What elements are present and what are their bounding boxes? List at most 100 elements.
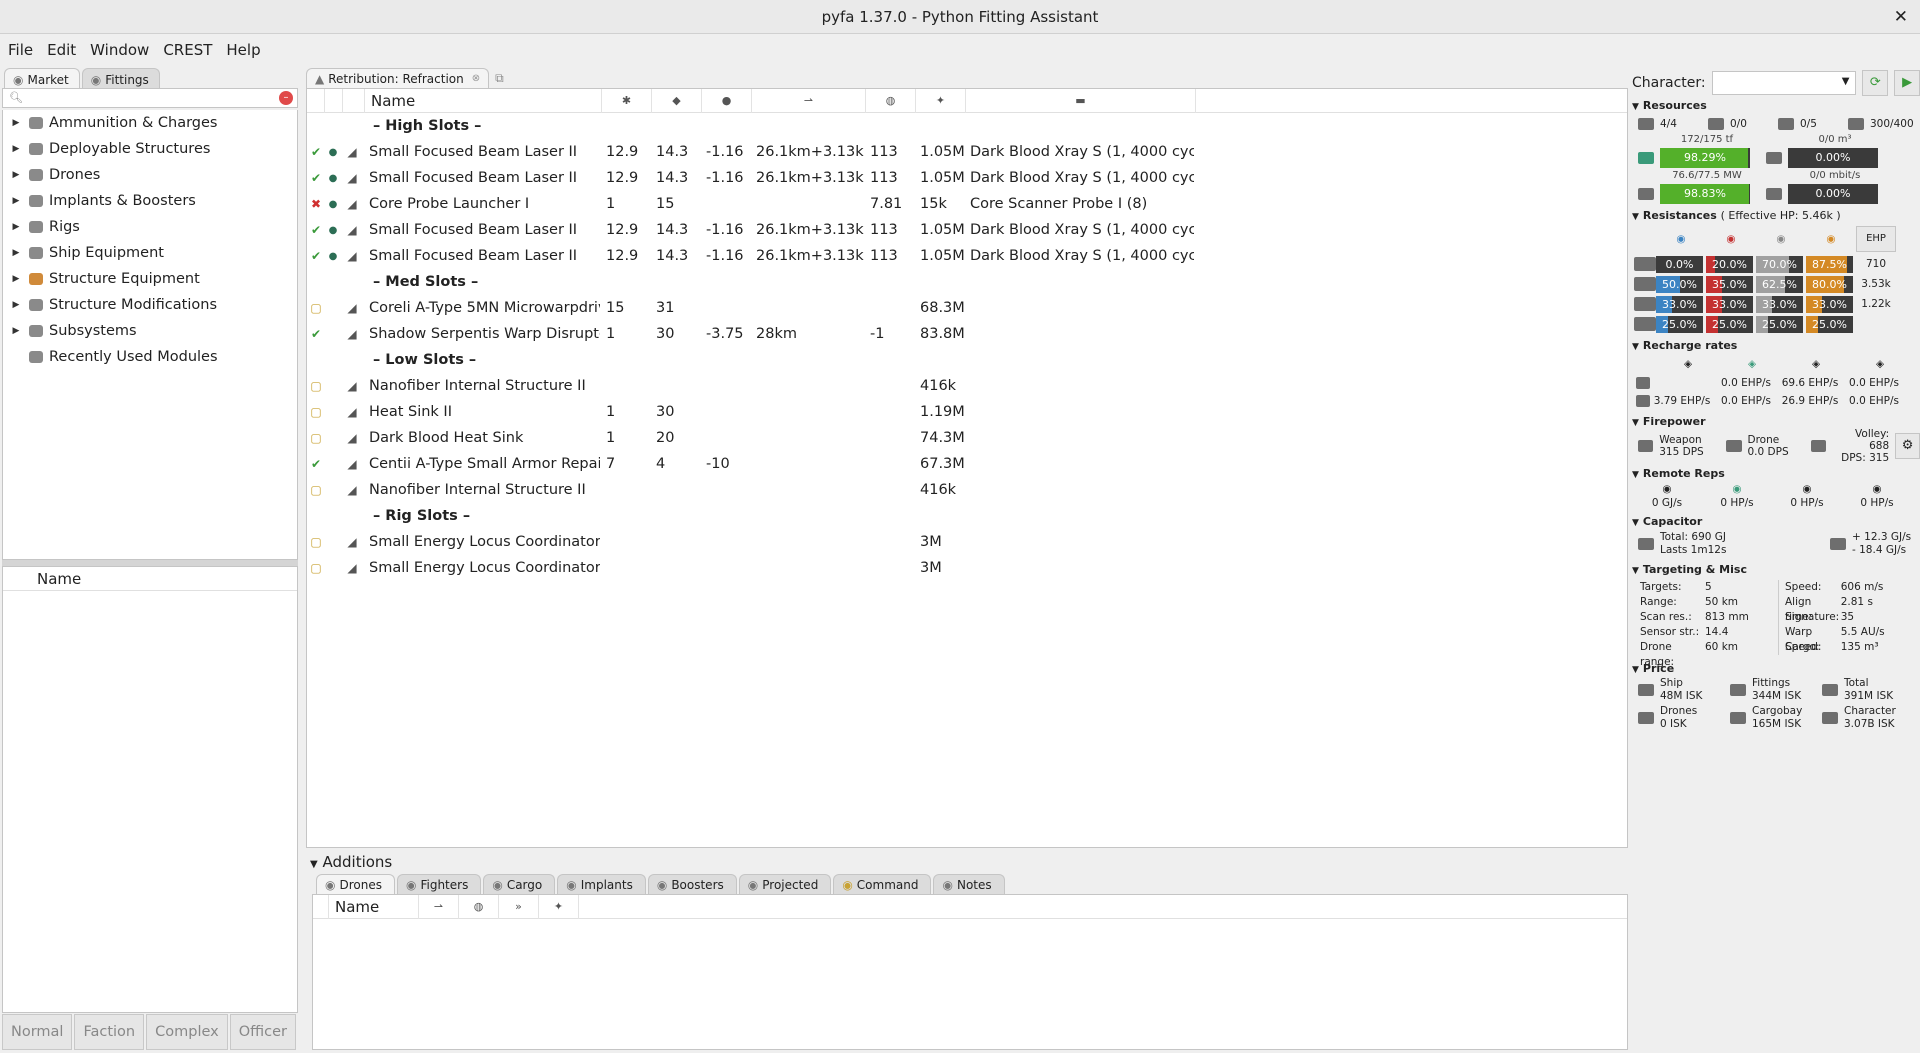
module-row[interactable]: ✔ ● ◢ Small Focused Beam Laser II 12.9 14.3 -1… (307, 217, 1627, 243)
price-column-icon[interactable]: ✦ (539, 895, 579, 919)
character-editor-button[interactable]: ▶ (1894, 70, 1920, 96)
passive-state-icon[interactable]: ▢ (307, 405, 325, 419)
tree-item-structure-modifications[interactable]: ▶ Structure Modifications (3, 292, 297, 318)
module-row[interactable]: ✔ ◢ Centii A-Type Small Armor Repairer 7 4 -1… (307, 451, 1627, 477)
tab-fittings[interactable]: ◉ Fittings (81, 68, 160, 88)
clear-search-icon[interactable]: – (279, 91, 293, 105)
tab-cargo[interactable]: ◉ Cargo (483, 874, 556, 894)
tab-command[interactable]: ◉ Command (833, 874, 932, 894)
collapse-arrow-icon[interactable]: ▼ (1632, 518, 1639, 528)
meta-complex-button[interactable]: Complex (146, 1014, 228, 1050)
capacitor-column-icon[interactable]: ● (702, 89, 752, 113)
ehp-toggle-button[interactable]: EHP (1856, 226, 1896, 252)
slot-separator[interactable]: – Low Slots – (307, 347, 1627, 373)
section-resistances[interactable]: ▼ Resistances ( Effective HP: 5.46k ) (1630, 208, 1920, 224)
module-row[interactable]: ▢ ◢ Small Energy Locus Coordinator II 3M (307, 529, 1627, 555)
module-row[interactable]: ▢ ◢ Dark Blood Heat Sink 1 20 74.3M (307, 425, 1627, 451)
collapse-arrow-icon[interactable]: ▼ (1632, 470, 1639, 480)
active-state-icon[interactable]: ✔ (307, 249, 325, 263)
meta-normal-button[interactable]: Normal (2, 1014, 73, 1050)
section-resources[interactable]: ▼ Resources (1630, 98, 1920, 114)
speed-column-icon[interactable]: » (499, 895, 539, 919)
expand-arrow-icon[interactable]: ▶ (3, 118, 29, 128)
slot-separator[interactable]: – Rig Slots – (307, 503, 1627, 529)
new-tab-icon[interactable]: ⧉ (495, 71, 504, 86)
module-row[interactable]: ✔ ◢ Shadow Serpentis Warp Disruptor 1 30 -3.7… (307, 321, 1627, 347)
slot-separator[interactable]: – Med Slots – (307, 269, 1627, 295)
market-search-input[interactable]: 🔍︎ – (2, 88, 298, 108)
passive-state-icon[interactable]: ▢ (307, 535, 325, 549)
tab-fit[interactable]: ▲ Retribution: Refraction ⊗ (306, 68, 490, 88)
expand-arrow-icon[interactable]: ▶ (3, 326, 29, 336)
cycle-column-icon[interactable]: ◍ (459, 895, 499, 919)
tree-item-ship-equipment[interactable]: ▶ Ship Equipment (3, 240, 297, 266)
tree-item-subsystems[interactable]: ▶ Subsystems (3, 318, 297, 344)
damage-pattern-button[interactable]: ⚙ (1895, 433, 1920, 459)
expand-arrow-icon[interactable]: ▶ (3, 222, 29, 232)
menu-crest[interactable]: CREST (163, 41, 212, 59)
module-row[interactable]: ✔ ● ◢ Small Focused Beam Laser II 12.9 14.3 -1… (307, 243, 1627, 269)
tree-item-rigs[interactable]: ▶ Rigs (3, 214, 297, 240)
offline-state-icon[interactable]: ✖ (307, 197, 325, 211)
active-state-icon[interactable]: ✔ (307, 223, 325, 237)
section-capacitor[interactable]: ▼ Capacitor (1630, 514, 1920, 530)
passive-state-icon[interactable]: ▢ (307, 483, 325, 497)
passive-state-icon[interactable]: ▢ (307, 379, 325, 393)
collapse-arrow-icon[interactable]: ▼ (1632, 566, 1639, 576)
collapse-arrow-icon[interactable]: ▼ (310, 859, 318, 870)
tab-boosters[interactable]: ◉ Boosters (647, 874, 737, 894)
menu-window[interactable]: Window (90, 41, 149, 59)
passive-state-icon[interactable]: ▢ (307, 301, 325, 315)
tree-item-implants[interactable]: ▶ Implants & Boosters (3, 188, 297, 214)
tree-item-recently-used[interactable]: Recently Used Modules (3, 344, 297, 370)
close-tab-icon[interactable]: ⊗ (472, 73, 480, 84)
passive-state-icon[interactable]: ▢ (307, 561, 325, 575)
module-row[interactable]: ▢ ◢ Coreli A-Type 5MN Microwarpdrive 15 31 68… (307, 295, 1627, 321)
expand-arrow-icon[interactable]: ▶ (3, 196, 29, 206)
cpu-column-icon[interactable]: ✱ (602, 89, 652, 113)
menu-file[interactable]: File (8, 41, 33, 59)
tree-item-drones[interactable]: ▶ Drones (3, 162, 297, 188)
collapse-arrow-icon[interactable]: ▼ (1632, 342, 1639, 352)
active-state-icon[interactable]: ✔ (307, 457, 325, 471)
meta-officer-button[interactable]: Officer (229, 1014, 297, 1050)
range-column-icon[interactable]: ⇀ (419, 895, 459, 919)
module-row[interactable]: ▢ ◢ Nanofiber Internal Structure II 416k (307, 373, 1627, 399)
module-row[interactable]: ▢ ◢ Nanofiber Internal Structure II 416k (307, 477, 1627, 503)
passive-state-icon[interactable]: ▢ (307, 431, 325, 445)
expand-arrow-icon[interactable]: ▶ (3, 144, 29, 154)
collapse-arrow-icon[interactable]: ▼ (1632, 418, 1639, 428)
expand-arrow-icon[interactable]: ▶ (3, 300, 29, 310)
module-row[interactable]: ▢ ◢ Small Energy Locus Coordinator II 3M (307, 555, 1627, 581)
refresh-skills-button[interactable]: ⟳ (1862, 70, 1889, 96)
range-column-icon[interactable]: ⇀ (752, 89, 866, 113)
column-header-name[interactable]: Name (365, 89, 602, 113)
slot-separator[interactable]: – High Slots – (307, 113, 1627, 139)
module-row[interactable]: ✔ ● ◢ Small Focused Beam Laser II 12.9 14.3 -1… (307, 139, 1627, 165)
module-row[interactable]: ▢ ◢ Heat Sink II 1 30 1.19M (307, 399, 1627, 425)
expand-arrow-icon[interactable]: ▶ (3, 274, 29, 284)
tab-fighters[interactable]: ◉ Fighters (396, 874, 482, 894)
meta-faction-button[interactable]: Faction (74, 1014, 145, 1050)
section-remote-reps[interactable]: ▼ Remote Reps (1630, 466, 1920, 482)
tree-item-deployables[interactable]: ▶ Deployable Structures (3, 136, 297, 162)
expand-arrow-icon[interactable]: ▶ (3, 170, 29, 180)
expand-arrow-icon[interactable]: ▶ (3, 248, 29, 258)
tab-implants[interactable]: ◉ Implants (557, 874, 646, 894)
charge-column-icon[interactable]: ▬ (966, 89, 1196, 113)
tab-drones[interactable]: ◉ Drones (316, 874, 395, 894)
module-row[interactable]: ✔ ● ◢ Small Focused Beam Laser II 12.9 14.3 -1… (307, 165, 1627, 191)
column-header-name[interactable]: Name (3, 567, 297, 591)
tree-item-structure-equipment[interactable]: ▶ Structure Equipment (3, 266, 297, 292)
close-icon[interactable]: ✕ (1894, 0, 1908, 34)
tab-notes[interactable]: ◉ Notes (933, 874, 1005, 894)
section-recharge[interactable]: ▼ Recharge rates (1630, 338, 1920, 354)
powergrid-column-icon[interactable]: ◆ (652, 89, 702, 113)
section-price[interactable]: ▼ Price (1630, 661, 1920, 677)
active-state-icon[interactable]: ✔ (307, 327, 325, 341)
menu-help[interactable]: Help (226, 41, 260, 59)
tab-market[interactable]: ◉ Market (4, 68, 80, 88)
cycle-column-icon[interactable]: ◍ (866, 89, 916, 113)
collapse-arrow-icon[interactable]: ▼ (1632, 212, 1639, 222)
additions-header[interactable]: ▼ Additions (306, 850, 1628, 874)
